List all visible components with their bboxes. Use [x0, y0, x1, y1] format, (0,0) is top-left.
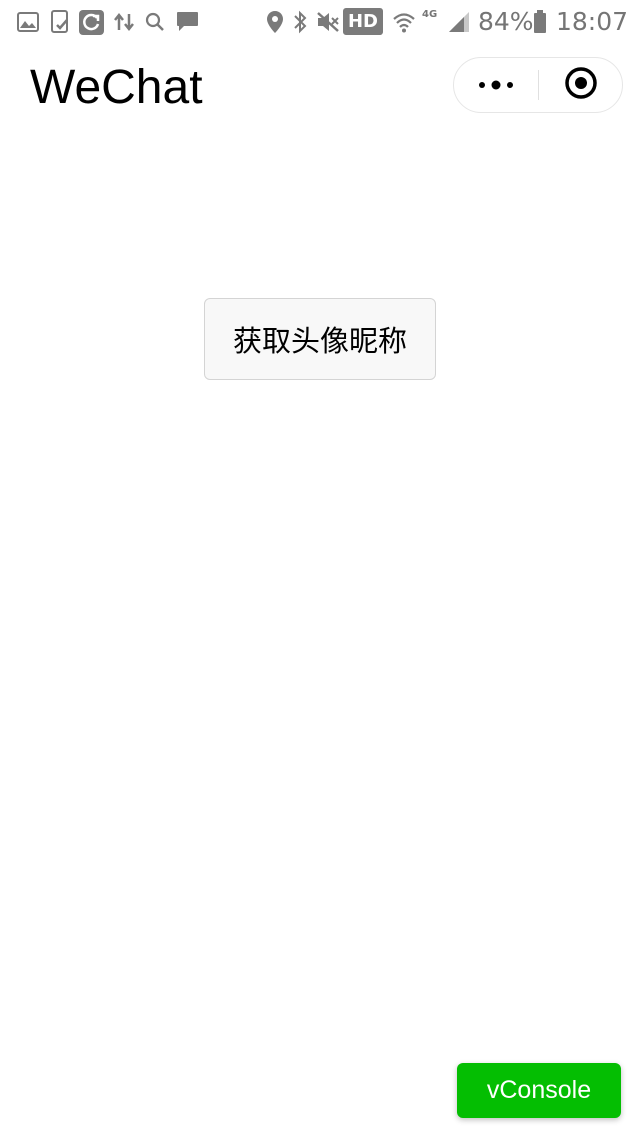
battery-percent: 84%: [478, 7, 534, 36]
message-icon: [175, 10, 199, 34]
close-miniprogram-button[interactable]: [539, 58, 623, 112]
sync-icon: [79, 9, 104, 35]
status-bar: HD 4G 84% 18:07: [0, 0, 640, 44]
mute-icon: [316, 10, 340, 34]
wechat-miniprogram-screen: HD 4G 84% 18:07 WeChat 获取头像昵称 vConsole: [0, 0, 640, 1138]
bluetooth-icon: [291, 10, 309, 34]
get-avatar-nickname-button[interactable]: 获取头像昵称: [204, 298, 436, 380]
vconsole-button[interactable]: vConsole: [457, 1063, 621, 1118]
gallery-icon: [16, 10, 40, 34]
hd-badge: HD: [343, 8, 383, 35]
search-icon: [144, 10, 166, 34]
more-dots-icon: [478, 76, 514, 95]
clock: 18:07: [556, 7, 629, 36]
location-icon: [265, 10, 285, 34]
data-transfer-icon: [112, 10, 136, 34]
wifi-icon: [392, 10, 416, 34]
more-options-button[interactable]: [454, 58, 538, 112]
signal-icon: [447, 10, 471, 34]
battery-icon: [532, 10, 548, 34]
tablet-check-icon: [49, 10, 71, 34]
miniprogram-capsule: [453, 57, 623, 113]
network-type-label: 4G: [422, 9, 438, 20]
page-title: WeChat: [30, 61, 203, 114]
close-circle-icon: [564, 66, 598, 104]
